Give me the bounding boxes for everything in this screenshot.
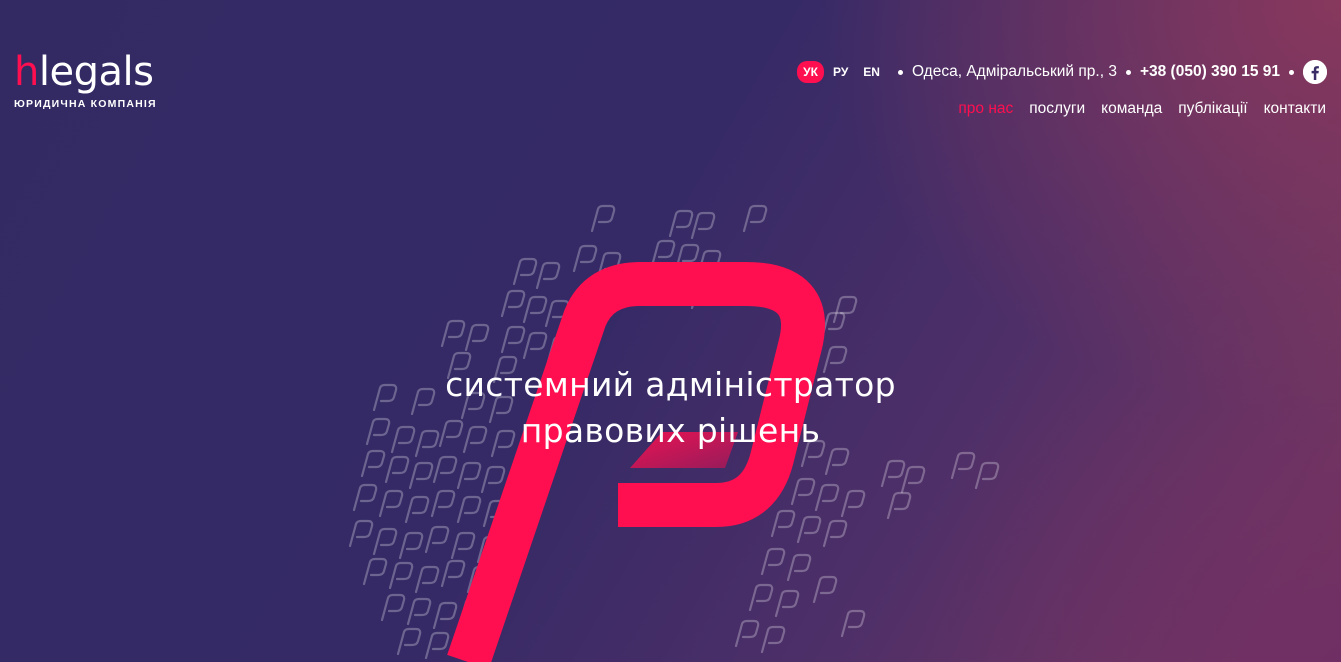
big-p-emblem [447, 262, 825, 662]
lang-ru-button[interactable]: РУ [827, 61, 854, 83]
logo-subtitle: ЮРИДИЧНА КОМПАНІЯ [14, 98, 157, 110]
separator-dot [897, 69, 903, 75]
separator-dot [1289, 69, 1294, 75]
address-text: Одеса, Адміральський пр., 3 [911, 63, 1117, 80]
lang-uk-button[interactable]: УК [797, 61, 824, 83]
nav-item-contacts[interactable]: контакти [1264, 100, 1326, 118]
lang-en-button[interactable]: EN [857, 61, 886, 83]
logo-letters-legals: legals [38, 49, 154, 95]
nav-item-team[interactable]: команда [1101, 100, 1162, 118]
logo-wordmark: hlegals [14, 50, 157, 94]
separator-dot [1125, 69, 1131, 75]
company-logo[interactable]: hlegals ЮРИДИЧНА КОМПАНІЯ [14, 50, 157, 110]
nav-item-publications[interactable]: публікації [1178, 100, 1247, 118]
hero-tagline: системний адміністратор правових рішень [0, 362, 1341, 454]
hero-tagline-line2: правових рішень [520, 411, 821, 450]
logo-letter-h: h [14, 49, 39, 95]
top-bar: УК РУ EN Одеса, Адміральський пр., 3 +38… [797, 60, 1327, 84]
facebook-icon[interactable] [1303, 60, 1327, 84]
phone-link[interactable]: +38 (050) 390 15 91 [1140, 63, 1280, 81]
nav-item-services[interactable]: послуги [1029, 100, 1085, 118]
nav-item-about[interactable]: про нас [958, 100, 1013, 118]
hero-tagline-line1: системний адміністратор [445, 365, 896, 404]
main-nav: про нас послуги команда публікації конта… [958, 100, 1326, 118]
facebook-glyph [1303, 60, 1327, 84]
